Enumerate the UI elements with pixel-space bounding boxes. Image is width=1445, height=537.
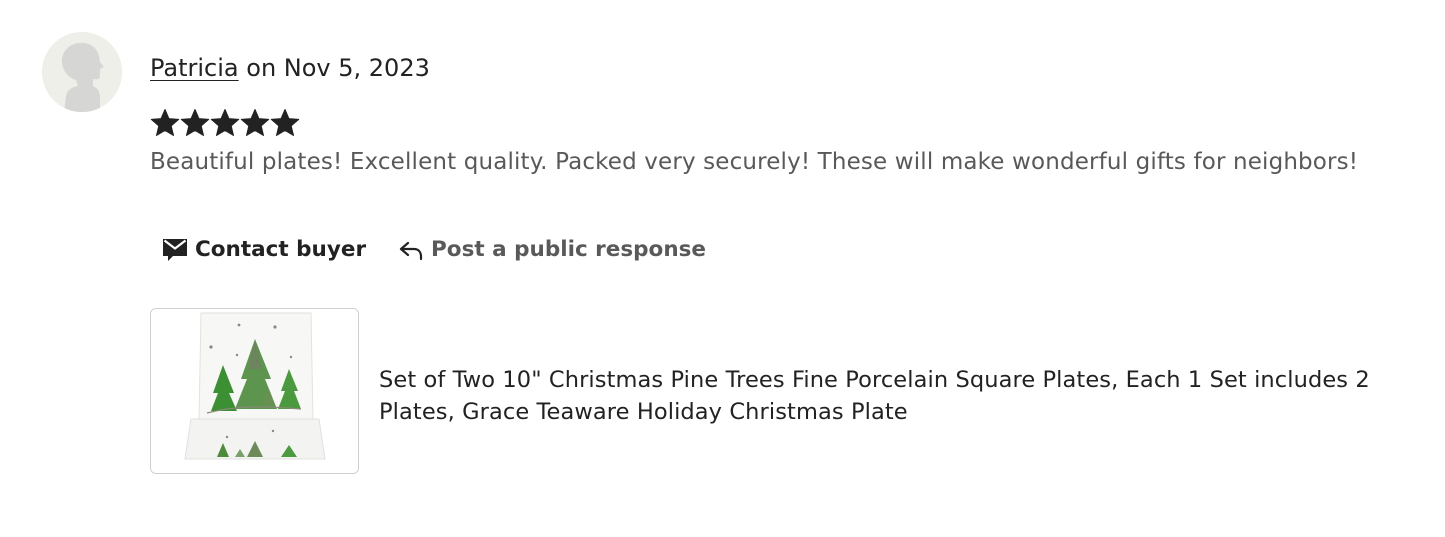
- contact-buyer-button[interactable]: Contact buyer: [150, 226, 378, 272]
- star-filled-icon: [210, 108, 240, 142]
- listing-title-link[interactable]: Set of Two 10" Christmas Pine Trees Fine…: [379, 364, 1429, 428]
- star-rating: [150, 108, 300, 142]
- review-header: Patricia on Nov 5, 2023: [150, 52, 430, 84]
- review-body: Beautiful plates! Excellent quality. Pac…: [150, 149, 1359, 175]
- star-filled-icon: [270, 108, 300, 142]
- star-filled-icon: [240, 108, 270, 142]
- post-public-response-button[interactable]: Post a public response: [386, 226, 718, 272]
- christmas-tree-plate-image: [151, 309, 358, 473]
- post-public-response-label: Post a public response: [431, 236, 707, 262]
- review-actions: Contact buyer Post a public response: [150, 226, 718, 272]
- default-user-icon: [42, 32, 122, 112]
- reviewer-name-link[interactable]: Patricia: [150, 54, 239, 82]
- reviewer-avatar: [42, 32, 122, 112]
- envelope-icon: [162, 236, 188, 262]
- listing-thumbnail[interactable]: [150, 308, 359, 474]
- star-filled-icon: [180, 108, 210, 142]
- review-date: on Nov 5, 2023: [246, 54, 430, 82]
- reply-arrow-icon: [398, 236, 424, 262]
- contact-buyer-label: Contact buyer: [195, 236, 367, 262]
- star-filled-icon: [150, 108, 180, 142]
